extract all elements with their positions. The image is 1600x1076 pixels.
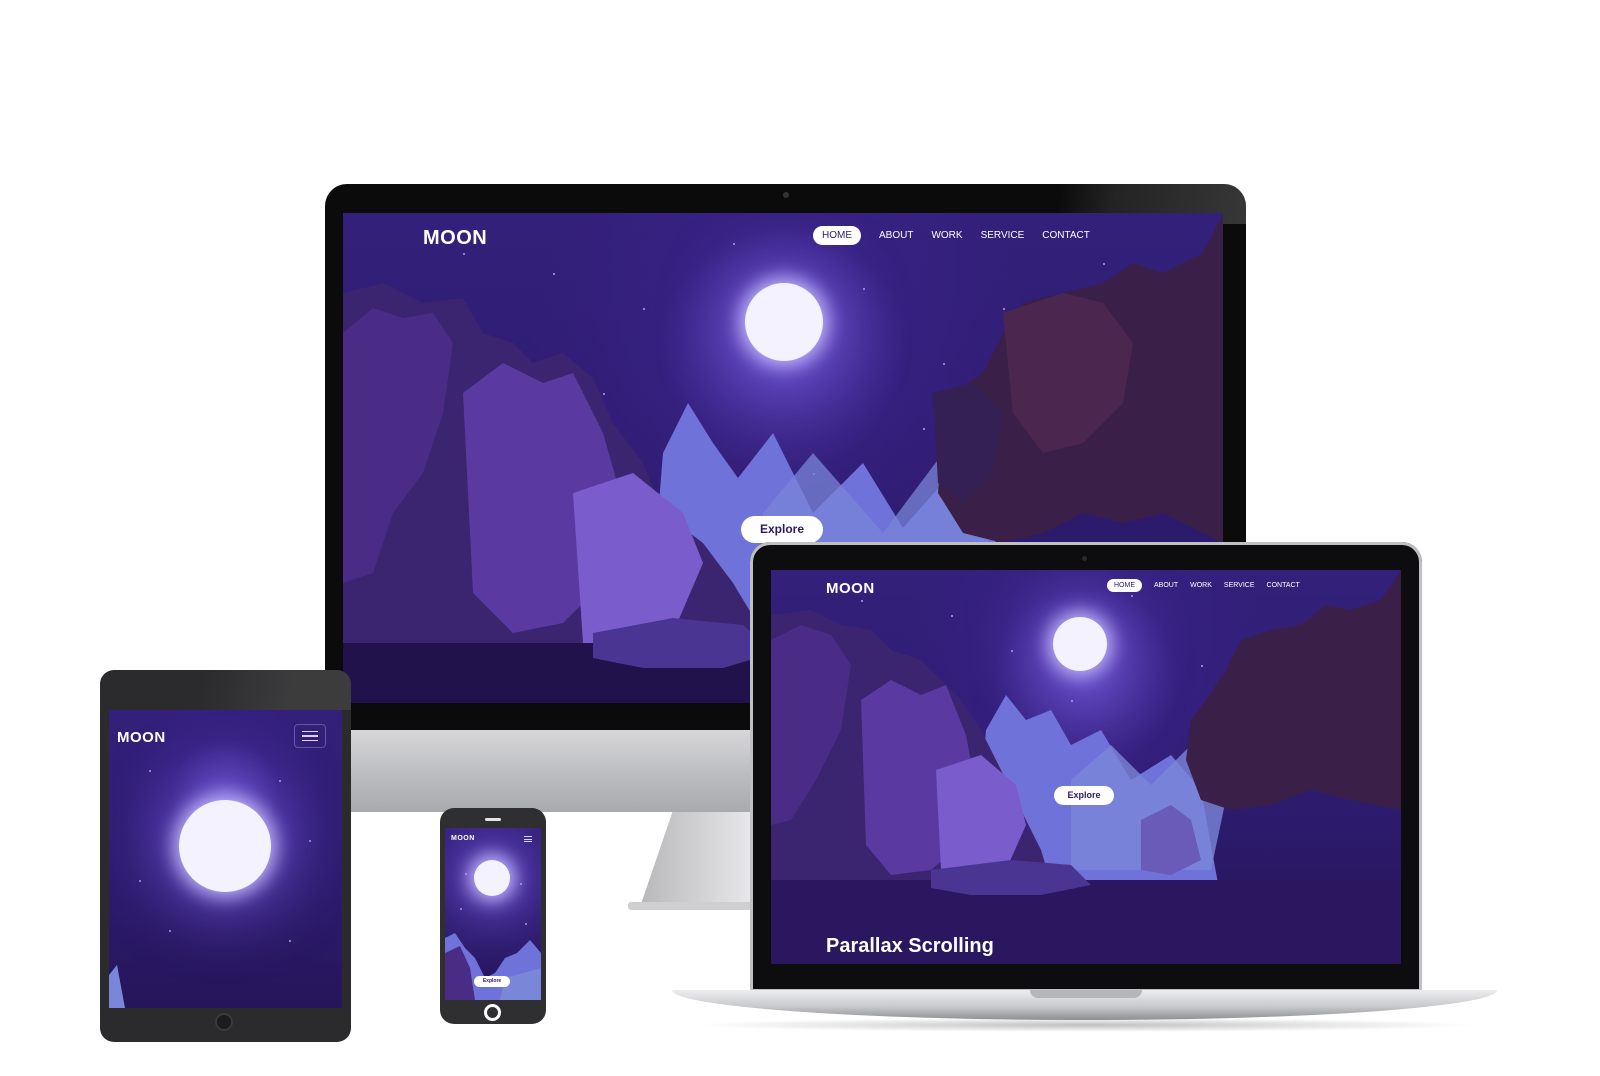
phone-home-button [484,1004,501,1021]
nav-work[interactable]: WORK [931,226,962,245]
main-nav: HOME ABOUT WORK SERVICE CONTACT [1107,579,1300,592]
brand-logo[interactable]: MOON [451,835,475,842]
nav-about[interactable]: ABOUT [879,226,913,245]
nav-service[interactable]: SERVICE [1224,579,1255,592]
nav-contact[interactable]: CONTACT [1042,226,1090,245]
tablet-gloss [100,670,351,710]
brand-logo[interactable]: MOON [826,580,875,597]
nav-about[interactable]: ABOUT [1154,579,1178,592]
mountain-landscape [445,933,541,1000]
nav-home[interactable]: HOME [1107,579,1142,592]
mountain-landscape [109,965,125,1008]
brand-logo[interactable]: MOON [423,227,487,250]
laptop-website-screen: MOON HOME ABOUT WORK SERVICE CONTACT Exp… [771,570,1401,964]
nav-service[interactable]: SERVICE [981,226,1025,245]
explore-button[interactable]: Explore [741,516,823,543]
nav-work[interactable]: WORK [1190,579,1212,592]
laptop-notch [1030,990,1142,998]
hamburger-menu-icon[interactable] [294,724,326,748]
tablet-website-screen: MOON [109,710,342,1008]
explore-button[interactable]: Explore [1054,786,1114,805]
phone-speaker [485,818,501,821]
tablet-home-button [215,1013,233,1031]
mountain-landscape [771,570,1401,964]
nav-contact[interactable]: CONTACT [1267,579,1300,592]
explore-button[interactable]: Explore [474,976,510,987]
nav-home[interactable]: HOME [813,226,861,245]
laptop-shadow [690,1018,1480,1032]
camera-icon [1082,556,1087,561]
hamburger-menu-icon[interactable] [523,835,533,843]
main-nav: HOME ABOUT WORK SERVICE CONTACT [813,226,1090,245]
brand-logo[interactable]: MOON [117,729,166,746]
section-heading: Parallax Scrolling [826,935,994,957]
camera-icon [783,192,789,198]
phone-website-screen: MOON Explore [445,828,541,1000]
